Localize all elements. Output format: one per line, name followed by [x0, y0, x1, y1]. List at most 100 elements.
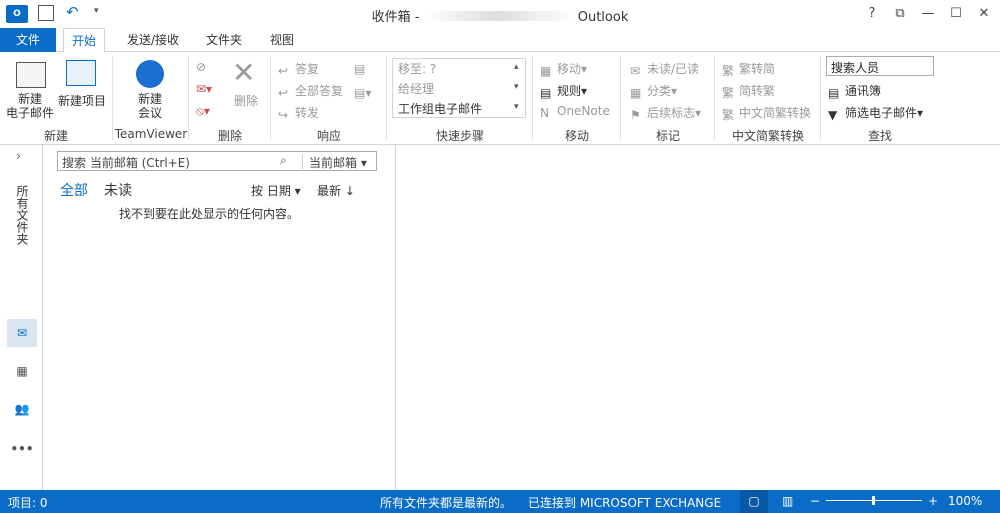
- more-icon[interactable]: •••: [7, 435, 37, 463]
- group-quick-steps-label: 快速步骤: [435, 129, 484, 143]
- title-bar: O ↶ ▾ 收件箱 - Outlook ? ⧉ — ☐ ✕: [0, 0, 1000, 28]
- reading-pane: [396, 145, 1000, 490]
- forward-icon: ↪: [278, 108, 289, 122]
- ribbon-display-button[interactable]: ⧉: [888, 4, 912, 24]
- empty-message: 找不到要在此处显示的任何内容。: [119, 207, 300, 221]
- calendar-icon[interactable]: ▦: [7, 357, 37, 385]
- more-respond-icon[interactable]: ▤▾: [354, 86, 371, 100]
- separator: [714, 56, 715, 140]
- filter-unread[interactable]: 未读: [104, 180, 132, 200]
- s2t-label: 简转繁: [739, 84, 776, 98]
- minimize-button[interactable]: —: [916, 4, 940, 24]
- reply-all-button[interactable]: ↩ 全部答复: [278, 82, 344, 100]
- expand-folder-pane-icon[interactable]: ›: [16, 149, 21, 163]
- people-icon[interactable]: 👥: [7, 395, 37, 423]
- item-count: 项目: 0: [8, 496, 48, 510]
- rules-button[interactable]: ▤ 规则▾: [540, 82, 587, 100]
- group-respond-label: 响应: [316, 129, 341, 143]
- tab-view[interactable]: 视图: [260, 28, 304, 52]
- forward-button[interactable]: ↪ 转发: [278, 104, 320, 122]
- outlook-app-icon[interactable]: O: [6, 5, 28, 23]
- tab-send-receive[interactable]: 发送/接收: [118, 28, 188, 52]
- move-button[interactable]: ▦ 移动▾: [540, 60, 587, 78]
- zoom-level[interactable]: 100%: [948, 494, 982, 508]
- search-people-input[interactable]: 搜索人员: [826, 56, 934, 76]
- convert-icon: 繁: [722, 64, 735, 78]
- zoom-out-icon[interactable]: −: [810, 494, 820, 508]
- new-items-button[interactable]: 新建项目: [58, 92, 106, 109]
- search-scope-dropdown[interactable]: 当前邮箱 ▾: [302, 154, 367, 171]
- t2s-label: 繁转简: [739, 62, 776, 76]
- window-title: 收件箱 - Outlook: [330, 6, 670, 25]
- folder-pane-label[interactable]: 所有文件夹: [14, 185, 31, 245]
- address-book-label: 通讯簿: [845, 84, 882, 98]
- convert-icon: 繁: [722, 108, 735, 122]
- move-label: 移动: [557, 62, 582, 76]
- quick-step-manager[interactable]: 给经理: [398, 80, 434, 97]
- separator: [188, 56, 189, 140]
- gallery-down-icon[interactable]: ▾: [514, 82, 519, 92]
- separator: [532, 56, 533, 140]
- new-email-icon: [16, 62, 46, 88]
- cleanup-icon[interactable]: ✉▾: [196, 82, 212, 96]
- chinese-convert-button[interactable]: 繁中文简繁转换: [722, 104, 811, 122]
- filter-all[interactable]: 全部: [60, 180, 88, 200]
- gallery-up-icon[interactable]: ▴: [514, 62, 519, 72]
- tab-file[interactable]: 文件: [0, 28, 56, 52]
- new-meeting-button[interactable]: 新建 会议: [138, 92, 162, 120]
- separator: [270, 56, 271, 140]
- trad-to-simp-button[interactable]: 繁繁转简: [722, 60, 776, 78]
- follow-up-button[interactable]: ⚑ 后续标志▾: [630, 104, 701, 122]
- reply-icon: ↩: [278, 64, 289, 78]
- new-items-icon: [66, 60, 96, 86]
- quick-access-dropdown-icon[interactable]: ▾: [94, 6, 99, 16]
- categorize-button[interactable]: ▦ 分类▾: [630, 82, 677, 100]
- teamviewer-icon: [136, 60, 164, 88]
- separator: [820, 56, 821, 140]
- help-button[interactable]: ?: [860, 4, 884, 24]
- unread-label: 未读/已读: [647, 62, 700, 76]
- group-teamviewer-label: TeamViewer: [114, 127, 188, 141]
- meeting-reply-icon[interactable]: ▤: [354, 62, 365, 76]
- tab-folder[interactable]: 文件夹: [198, 28, 250, 52]
- normal-view-icon[interactable]: ▢: [740, 490, 768, 513]
- unread-read-button[interactable]: ✉ 未读/已读: [630, 60, 700, 78]
- reply-all-icon: ↩: [278, 86, 289, 100]
- envelope-icon: ✉: [630, 64, 641, 78]
- group-find-label: 查找: [867, 129, 892, 143]
- gallery-more-icon[interactable]: ▾: [514, 102, 519, 112]
- send-receive-icon[interactable]: [38, 5, 54, 21]
- search-icon[interactable]: ⌕: [280, 153, 287, 168]
- simp-to-trad-button[interactable]: 繁简转繁: [722, 82, 776, 100]
- close-button[interactable]: ✕: [972, 4, 996, 24]
- group-tags-label: 标记: [655, 129, 680, 143]
- rules-label: 规则: [557, 84, 582, 98]
- onenote-button[interactable]: N OneNote: [540, 104, 610, 120]
- tab-home[interactable]: 开始: [63, 28, 105, 53]
- undo-icon[interactable]: ↶: [66, 3, 79, 21]
- filter-email-label: 筛选电子邮件: [845, 106, 918, 120]
- ribbon: 新建 电子邮件 新建项目 新建 新建 会议 TeamViewer ⊘ ✉▾ ⦸▾…: [0, 52, 1000, 145]
- mail-icon[interactable]: ✉: [7, 319, 37, 347]
- delete-button[interactable]: 删除: [234, 92, 258, 109]
- quick-step-team-email[interactable]: 工作组电子邮件: [398, 100, 482, 117]
- search-input[interactable]: 搜索 当前邮箱 (Ctrl+E): [62, 154, 190, 171]
- junk-icon[interactable]: ⦸▾: [196, 104, 210, 119]
- reading-view-icon[interactable]: ▥: [782, 494, 793, 508]
- sort-by-dropdown[interactable]: 按 日期 ▾: [251, 182, 301, 199]
- ignore-icon[interactable]: ⊘: [196, 60, 206, 74]
- quick-step-move-to[interactable]: 移至: ?: [398, 60, 436, 77]
- separator: [386, 56, 387, 140]
- group-convert-label: 中文简繁转换: [731, 129, 804, 143]
- status-bar: 项目: 0 所有文件夹都是最新的。 已连接到 MICROSOFT EXCHANG…: [0, 490, 1000, 513]
- new-email-button[interactable]: 新建 电子邮件: [6, 92, 54, 120]
- sort-order-button[interactable]: 最新 ↓: [317, 182, 355, 199]
- filter-email-button[interactable]: ▼ 筛选电子邮件▾: [828, 104, 923, 122]
- zoom-slider-thumb[interactable]: [872, 496, 875, 505]
- address-book-button[interactable]: ▤ 通讯簿: [828, 82, 882, 100]
- reply-button[interactable]: ↩ 答复: [278, 60, 319, 78]
- forward-label: 转发: [295, 106, 320, 120]
- zoom-in-icon[interactable]: +: [928, 494, 938, 508]
- maximize-button[interactable]: ☐: [944, 4, 968, 24]
- reply-all-label: 全部答复: [295, 84, 344, 98]
